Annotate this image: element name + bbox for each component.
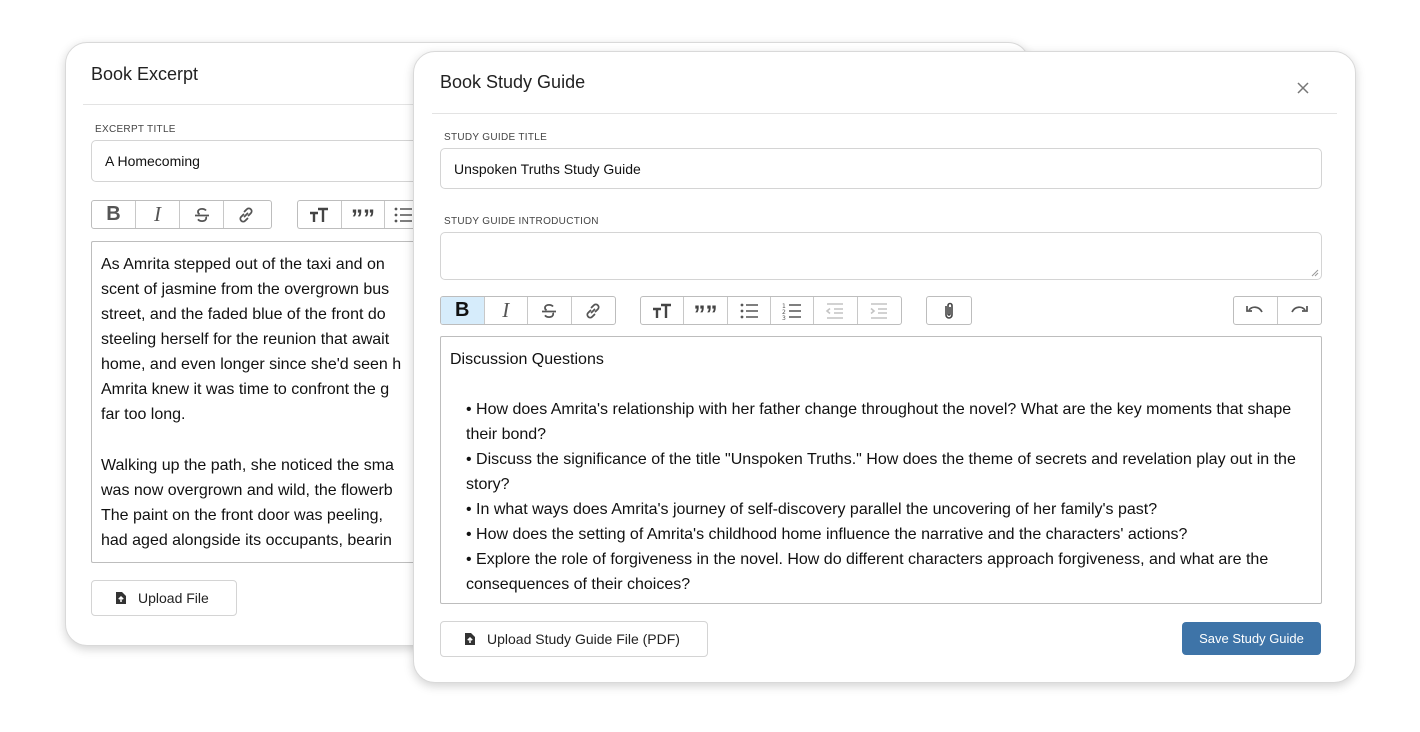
save-study-guide-button[interactable]: Save Study Guide — [1182, 622, 1321, 655]
italic-button[interactable]: I — [136, 201, 180, 228]
discussion-question-list: • How does Amrita's relationship with he… — [450, 397, 1307, 597]
study-guide-title-value: Unspoken Truths Study Guide — [454, 160, 641, 177]
excerpt-body-text: As Amrita stepped out of the taxi and on… — [101, 252, 422, 553]
dialog-title: Book Excerpt — [91, 64, 199, 84]
editor-heading: Discussion Questions — [450, 351, 604, 368]
indent-button[interactable] — [858, 297, 901, 324]
upload-study-guide-label: Upload Study Guide File (PDF) — [487, 631, 680, 647]
excerpt-title-label: EXCERPT TITLE — [95, 124, 176, 135]
bulleted-list-icon — [740, 303, 758, 318]
excerpt-body-line: far too long. — [101, 406, 186, 423]
strikethrough-icon — [194, 207, 209, 222]
excerpt-body-line: The paint on the front door was peeling, — [101, 507, 383, 524]
discussion-question: • How does the setting of Amrita's child… — [466, 526, 1188, 543]
outdent-icon — [826, 302, 844, 319]
excerpt-title-value: A Homecoming — [105, 153, 200, 169]
bold-button[interactable]: B — [92, 201, 136, 228]
excerpt-body-line: scent of jasmine from the overgrown bus — [101, 281, 390, 298]
excerpt-title-input[interactable]: A Homecoming — [91, 140, 431, 182]
undo-button[interactable] — [1234, 297, 1278, 324]
excerpt-body-line: Walking up the path, she noticed the sma — [101, 457, 394, 474]
format-toolbar-group: B I — [440, 296, 616, 325]
discussion-question: • In what ways does Amrita's journey of … — [466, 501, 1158, 518]
strikethrough-icon — [542, 303, 557, 318]
attach-toolbar-group — [926, 296, 972, 325]
italic-button[interactable]: I — [485, 297, 528, 324]
excerpt-body-line: home, and even longer since she'd seen h — [101, 356, 402, 373]
strikethrough-button[interactable] — [180, 201, 224, 228]
excerpt-body-line: steeling herself for the reunion that aw… — [101, 331, 390, 348]
link-icon — [239, 206, 253, 223]
upload-study-guide-button[interactable]: Upload Study Guide File (PDF) — [440, 621, 708, 657]
attach-file-button[interactable] — [927, 297, 971, 324]
upload-icon — [114, 591, 128, 605]
indent-icon — [870, 302, 888, 319]
excerpt-body-line: had aged alongside its occupants, bearin — [101, 532, 392, 549]
bulleted-list-button[interactable] — [728, 297, 771, 324]
text-size-button[interactable] — [298, 201, 342, 228]
numbered-list-icon: 123 — [782, 303, 802, 320]
history-toolbar-group — [1233, 296, 1322, 325]
text-size-icon — [310, 207, 329, 222]
discussion-question: • How does Amrita's relationship with he… — [466, 401, 1292, 443]
text-size-button[interactable] — [641, 297, 685, 324]
bold-icon: B — [106, 203, 121, 225]
format-toolbar-group: B I — [91, 200, 272, 229]
outdent-button[interactable] — [814, 297, 858, 324]
study-guide-intro-textarea[interactable] — [440, 232, 1322, 280]
title-divider — [432, 113, 1337, 114]
italic-icon: I — [502, 298, 510, 322]
excerpt-body-editor[interactable]: As Amrita stepped out of the taxi and on… — [91, 241, 431, 563]
bold-button[interactable]: B — [441, 297, 485, 324]
excerpt-body-line: Amrita knew it was time to confront the … — [101, 381, 390, 398]
upload-icon — [463, 632, 477, 646]
block-toolbar-group: ”” — [297, 200, 423, 229]
study-guide-body-editor[interactable]: Discussion Questions • How does Amrita's… — [440, 336, 1322, 604]
resize-grip-icon[interactable] — [1309, 267, 1319, 277]
redo-button[interactable] — [1278, 297, 1322, 324]
bulleted-list-icon — [394, 207, 413, 222]
discussion-question: • Explore the role of forgiveness in the… — [466, 551, 1269, 593]
link-button[interactable] — [572, 297, 615, 324]
upload-file-label: Upload File — [138, 590, 209, 606]
title-divider — [83, 104, 423, 105]
quote-icon: ”” — [693, 300, 718, 325]
quote-button[interactable]: ”” — [342, 201, 386, 228]
upload-file-button[interactable]: Upload File — [91, 580, 237, 616]
redo-icon — [1291, 305, 1309, 312]
close-icon[interactable] — [1296, 81, 1310, 95]
strikethrough-button[interactable] — [528, 297, 572, 324]
paperclip-icon — [945, 302, 953, 319]
svg-text:3: 3 — [782, 315, 786, 320]
bold-icon: B — [455, 299, 470, 321]
excerpt-body-line: was now overgrown and wild, the flowerb — [101, 482, 393, 499]
study-guide-intro-label: STUDY GUIDE INTRODUCTION — [444, 216, 599, 227]
excerpt-body-line: street, and the faded blue of the front … — [101, 306, 386, 323]
study-guide-title-label: STUDY GUIDE TITLE — [444, 132, 548, 143]
excerpt-body-line: As Amrita stepped out of the taxi and on — [101, 256, 385, 273]
block-toolbar-group: ”” 123 — [640, 296, 902, 325]
link-icon — [586, 302, 600, 319]
numbered-list-button[interactable]: 123 — [771, 297, 815, 324]
study-guide-title-input[interactable]: Unspoken Truths Study Guide — [440, 148, 1322, 189]
text-size-icon — [653, 303, 672, 318]
book-study-guide-dialog: Book Study Guide STUDY GUIDE TITLE Unspo… — [413, 51, 1356, 683]
italic-icon: I — [154, 202, 161, 226]
quote-icon: ”” — [350, 204, 375, 229]
dialog-title: Book Study Guide — [440, 72, 586, 92]
undo-icon — [1246, 305, 1264, 312]
link-button[interactable] — [224, 201, 268, 228]
discussion-question: • Discuss the significance of the title … — [466, 451, 1296, 493]
quote-button[interactable]: ”” — [684, 297, 728, 325]
